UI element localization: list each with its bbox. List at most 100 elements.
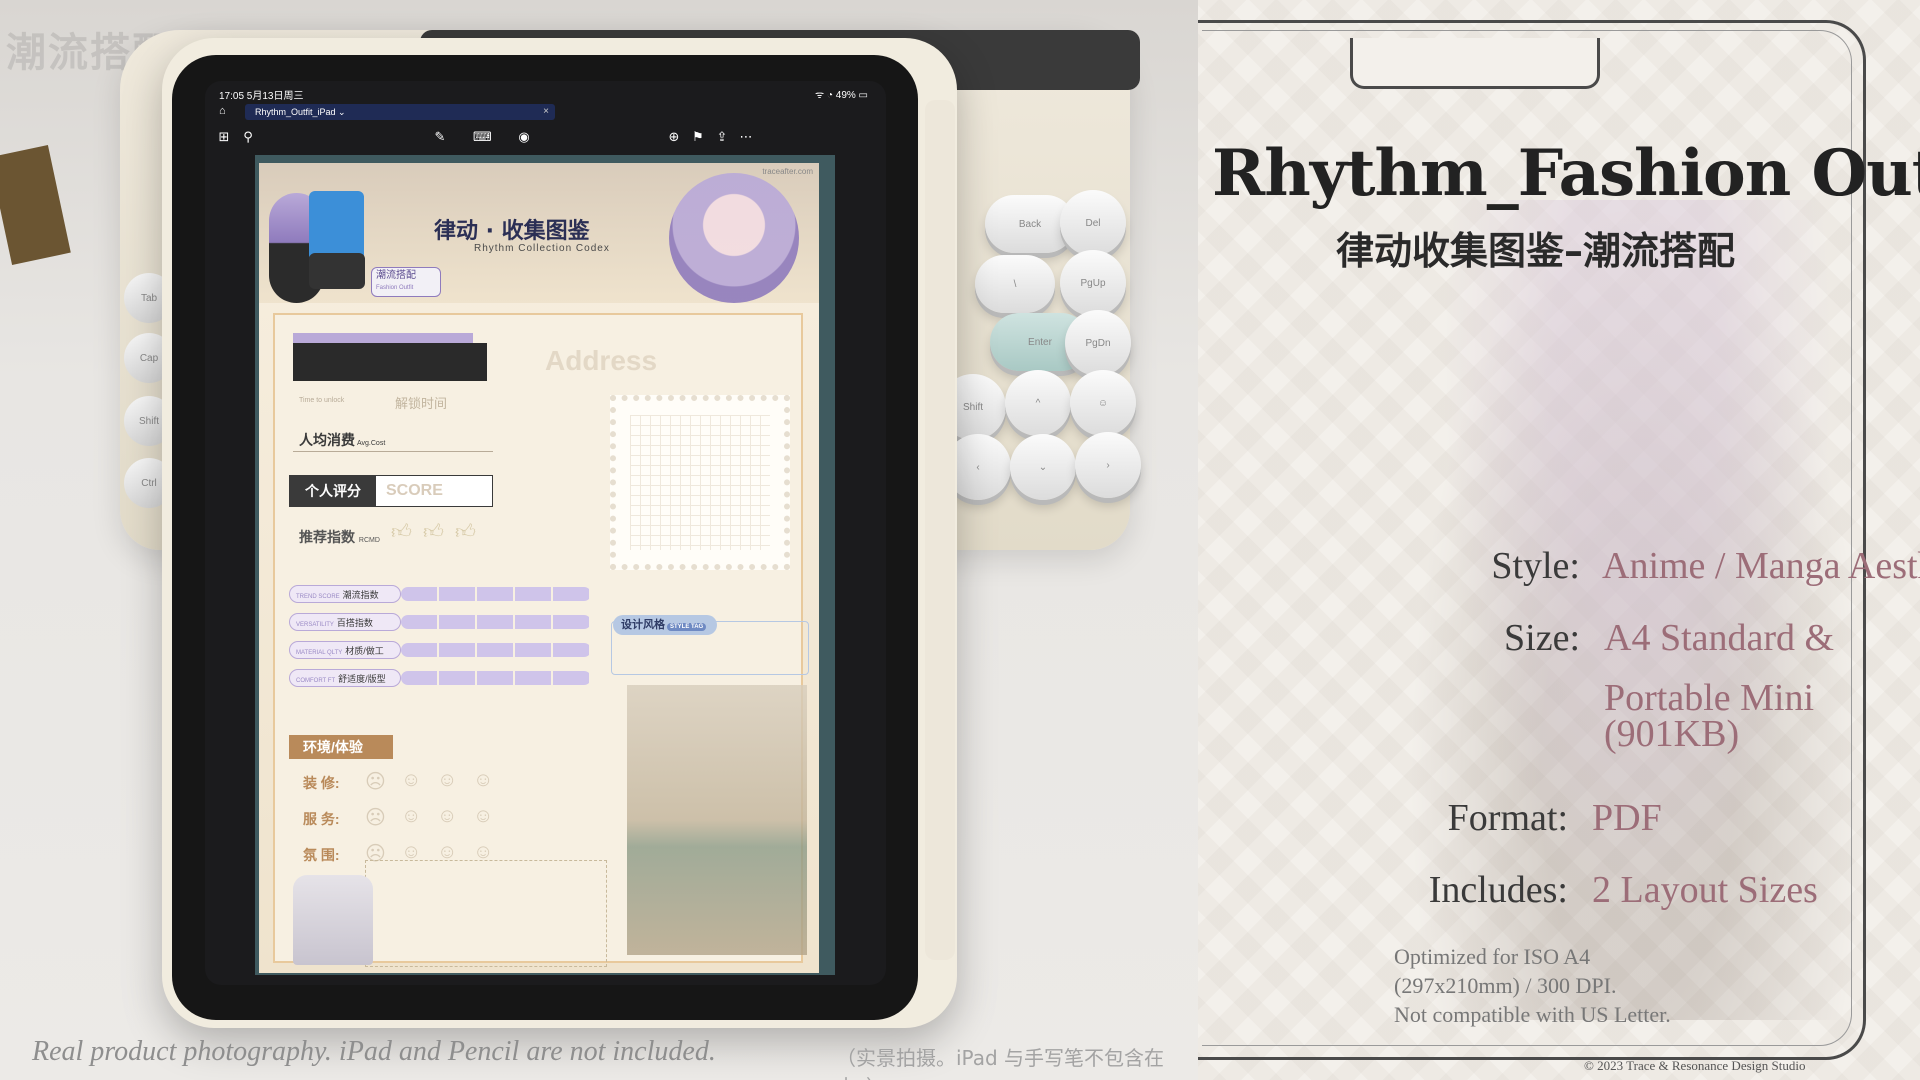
app-toolbar: ⊞ ⚲ ✎ ⌨ ◉ ⊕ ⚑ ⇪ ⋯	[205, 125, 886, 151]
notes-box[interactable]	[365, 860, 607, 967]
smile-face-icon[interactable]: ☺	[437, 805, 457, 828]
happy-face-icon[interactable]: ☺	[473, 805, 493, 828]
keyboard-icon[interactable]: ⌨	[473, 128, 492, 146]
note-line: (297x210mm) / 300 DPI.	[1394, 973, 1617, 998]
avg-cost-field[interactable]	[293, 451, 493, 452]
unlock-label-cn: 解锁时间	[395, 396, 448, 411]
score-placeholder: SCORE	[386, 482, 443, 499]
compatibility-note: Optimized for ISO A4 (297x210mm) / 300 D…	[1394, 942, 1671, 1029]
metric-bar[interactable]	[401, 615, 591, 629]
photo-stamp-frame[interactable]	[610, 395, 790, 570]
score-field[interactable]: 个人评分 SCORE	[289, 475, 493, 507]
grid-icon[interactable]: ⊞	[215, 128, 233, 146]
close-icon[interactable]: ×	[543, 104, 549, 120]
ipad-screen: 17:05 5月13日周三 ᯤ ◔ 49% ▭ ⌂ Rhythm_Outfit_…	[205, 81, 886, 985]
key-down: ⌄	[1010, 434, 1076, 500]
planner-paper: traceafter.com 律动 · 收集图鉴 Rhythm Collecti…	[259, 163, 819, 973]
metric-label-en: MATERIAL QLTY	[296, 650, 343, 656]
camera-illustration	[309, 253, 365, 289]
happy-face-icon[interactable]: ☺	[473, 769, 493, 792]
document-header: traceafter.com 律动 · 收集图鉴 Rhythm Collecti…	[259, 163, 819, 303]
bookmark-icon[interactable]: ⚑	[689, 128, 707, 146]
note-line: Not compatible with US Letter.	[1394, 1002, 1671, 1027]
copyright: © 2023 Trace & Resonance Design Studio	[1584, 1058, 1806, 1073]
key-pgdn: PgDn	[1065, 310, 1131, 376]
document-page[interactable]: traceafter.com 律动 · 收集图鉴 Rhythm Collecti…	[255, 155, 835, 975]
tab-title: Rhythm_Outfit_iPad ⌄	[255, 107, 346, 117]
add-page-icon[interactable]: ⊕	[665, 128, 683, 146]
metric-label-cn: 百搭指数	[336, 618, 373, 628]
search-icon[interactable]: ⚲	[239, 128, 257, 146]
title-accent-bar	[293, 333, 473, 343]
status-bar: 17:05 5月13日周三 ᯤ ◔ 49% ▭	[205, 81, 886, 103]
share-icon[interactable]: ⇪	[713, 128, 731, 146]
frame-notch	[1350, 38, 1600, 89]
metric-bar[interactable]	[401, 587, 591, 601]
metric-row: COMFORT FT 舒适度/版型	[289, 669, 593, 687]
wooden-block	[0, 144, 71, 266]
product-title: Rhythm_Fashion Outfit	[1212, 136, 1920, 211]
fashion-tag-en: Fashion Outfit	[376, 285, 414, 291]
tab-bar: ⌂ Rhythm_Outfit_iPad ⌄ ×	[205, 103, 886, 121]
neutral-face-icon[interactable]: ☺	[401, 805, 421, 828]
status-time: 17:05 5月13日周三	[219, 91, 304, 102]
metric-row: TREND SCORE 潮流指数	[289, 585, 593, 603]
sad-face-icon[interactable]: ☹	[365, 805, 386, 830]
tab-document[interactable]: Rhythm_Outfit_iPad ⌄ ×	[245, 104, 555, 120]
spec-style-key: Style:	[1491, 545, 1580, 587]
recommend-cn: 推荐指数	[299, 529, 355, 545]
note-line: Optimized for ISO A4	[1394, 944, 1591, 969]
metric-bar[interactable]	[401, 671, 591, 685]
metric-row: MATERIAL QLTY 材质/做工	[289, 641, 593, 659]
metric-bar[interactable]	[401, 643, 591, 657]
key-del: Del	[1060, 190, 1126, 256]
microphone-icon[interactable]: ◉	[515, 128, 533, 146]
score-label: 个人评分	[290, 476, 376, 506]
key-smile: ☺	[1070, 370, 1136, 436]
spec-size-value: A4 Standard &	[1604, 617, 1835, 659]
metric-row: VERSATILITY 百搭指数	[289, 613, 593, 631]
sad-face-icon[interactable]: ☹	[365, 769, 386, 794]
thumbs-up-icon[interactable]: 👍︎	[423, 520, 444, 544]
recommend-label: 推荐指数 RCMD	[299, 527, 380, 547]
style-tag-cn: 设计风格	[621, 619, 665, 631]
status-indicators: ᯤ ◔ 49% ▭	[815, 90, 868, 101]
spec-size-key: Size:	[1504, 617, 1580, 659]
pencil-icon[interactable]: ✎	[431, 128, 449, 146]
document-title: 律动 · 收集图鉴	[434, 219, 590, 244]
thumbs-up-icon[interactable]: 👍︎	[455, 520, 476, 544]
metric-label: MATERIAL QLTY 材质/做工	[289, 641, 401, 659]
style-tag-en: STYLE TAG	[667, 623, 707, 631]
fashion-outfit-tag: 潮流搭配 Fashion Outfit	[371, 267, 441, 297]
metric-label-en: TREND SCORE	[296, 594, 340, 600]
home-icon[interactable]: ⌂	[219, 105, 231, 117]
redacted-title-field[interactable]	[293, 343, 487, 381]
thumbs-up-icon[interactable]: 👍︎	[391, 520, 412, 544]
spec-includes-key: Includes:	[1428, 869, 1568, 911]
storefront-illustration	[627, 685, 807, 955]
key-up: ^	[1005, 370, 1071, 436]
document-subtitle: Rhythm Collection Codex	[474, 243, 610, 254]
pencil-slot	[925, 100, 955, 960]
more-icon[interactable]: ⋯	[737, 128, 755, 146]
recommend-en: RCMD	[358, 537, 380, 544]
shopping-bag-illustration	[309, 191, 364, 261]
key-backslash: \	[975, 255, 1055, 313]
anime-girl-illustration	[669, 173, 799, 303]
env-row-decor: 装 修:	[303, 775, 340, 791]
photo-caption: Real product photography. iPad and Penci…	[32, 1036, 716, 1067]
entry-card: Address Time to unlock 解锁时间 人均消费 Avg.Cost…	[273, 313, 809, 967]
metric-label-cn: 潮流指数	[342, 590, 379, 600]
product-subtitle: 律动收集图鉴–潮流搭配	[1336, 229, 1736, 273]
env-row-service: 服 务:	[303, 811, 340, 827]
fashion-tag-cn: 潮流搭配	[376, 270, 416, 281]
address-placeholder[interactable]: Address	[545, 345, 657, 377]
metric-label-en: VERSATILITY	[296, 622, 334, 628]
smile-face-icon[interactable]: ☺	[437, 769, 457, 792]
avg-cost-cn: 人均消费	[299, 432, 355, 448]
key-right: ›	[1075, 432, 1141, 498]
product-info-panel: Rhythm_Fashion Outfit 律动收集图鉴–潮流搭配 Style:…	[1198, 0, 1920, 1080]
spec-format-key: Format:	[1447, 797, 1568, 839]
neutral-face-icon[interactable]: ☺	[401, 769, 421, 792]
environment-tag: 环境/体验	[289, 735, 393, 759]
